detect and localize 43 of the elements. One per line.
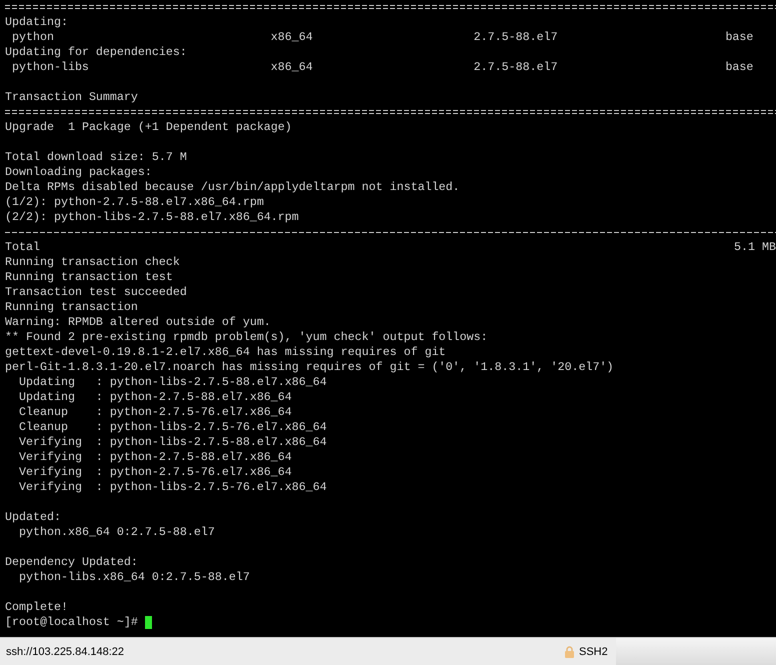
terminal-line: Dependency Updated: — [5, 555, 138, 570]
terminal-line: Downloading packages: — [5, 165, 152, 180]
terminal-line: Verifying : python-libs-2.7.5-76.el7.x86_64 — [18, 480, 327, 495]
terminal-line: Updating : python-2.7.5-88.el7.x86_64 — [18, 390, 292, 405]
terminal-line: gettext-devel-0.19.8.1-2.el7.x86_64 has missing requires of git — [5, 345, 446, 360]
terminal-line: Transaction test succeeded — [5, 285, 187, 300]
package-cell: x86_64 — [270, 30, 313, 45]
total-size: 5.1 MB — [734, 240, 776, 255]
terminal-line: python-libs.x86_64 0:2.7.5-88.el7 — [18, 570, 250, 585]
package-cell: base — [725, 60, 754, 75]
terminal-line: Running transaction test — [5, 270, 173, 285]
package-cell: python — [12, 30, 54, 45]
package-cell: base — [725, 30, 754, 45]
terminal-line: Running transaction — [5, 300, 138, 315]
terminal-line: Running transaction check — [5, 255, 180, 270]
connection-address: ssh://103.225.84.148:22 — [6, 646, 126, 658]
package-cell: 2.7.5-88.el7 — [474, 60, 558, 75]
package-cell: x86_64 — [270, 60, 313, 75]
terminal-line: (2/2): python-libs-2.7.5-88.el7.x86_64.rpm — [5, 210, 299, 225]
terminal-line: Updating: — [5, 15, 68, 30]
terminal-line: Updating for dependencies: — [5, 45, 187, 60]
terminal-line: Transaction Summary — [5, 90, 138, 105]
terminal-line: Verifying : python-libs-2.7.5-88.el7.x86_64 — [18, 435, 327, 450]
terminal-line: Complete! — [5, 600, 68, 615]
terminal-line: Cleanup : python-libs-2.7.5-76.el7.x86_64 — [18, 420, 327, 435]
terminal-line: (1/2): python-2.7.5-88.el7.x86_64.rpm — [5, 195, 264, 210]
terminal-line: perl-Git-1.8.3.1-20.el7.noarch has missing requires of git = ('0', '1.8.3.1', '20.el7') — [5, 360, 614, 375]
terminal-line: ** Found 2 pre-existing rpmdb problem(s), 'yum check' output follows: — [5, 330, 488, 345]
terminal-line: python.x86_64 0:2.7.5-88.el7 — [18, 525, 215, 540]
terminal-line: Upgrade 1 Package (+1 Dependent package) — [5, 120, 292, 135]
terminal-line: Updated: — [5, 510, 61, 525]
terminal-line: Delta RPMs disabled because /usr/bin/applydeltarpm not installed. — [5, 180, 460, 195]
terminal-line: Total download size: 5.7 M — [5, 150, 187, 165]
package-cell: python-libs — [12, 60, 89, 75]
protocol-label: SSH2 — [579, 646, 608, 658]
terminal-line: Cleanup : python-2.7.5-76.el7.x86_64 — [18, 405, 292, 420]
terminal-line: Warning: RPMDB altered outside of yum. — [5, 315, 271, 330]
terminal-line: Verifying : python-2.7.5-76.el7.x86_64 — [18, 465, 292, 480]
package-cell: 2.7.5-88.el7 — [474, 30, 558, 45]
terminal-line: Updating : python-libs-2.7.5-88.el7.x86_64 — [18, 375, 327, 390]
shell-prompt: [root@localhost ~]# — [5, 615, 138, 630]
terminal-line: Total — [5, 240, 40, 255]
terminal-line: Verifying : python-2.7.5-88.el7.x86_64 — [18, 450, 292, 465]
